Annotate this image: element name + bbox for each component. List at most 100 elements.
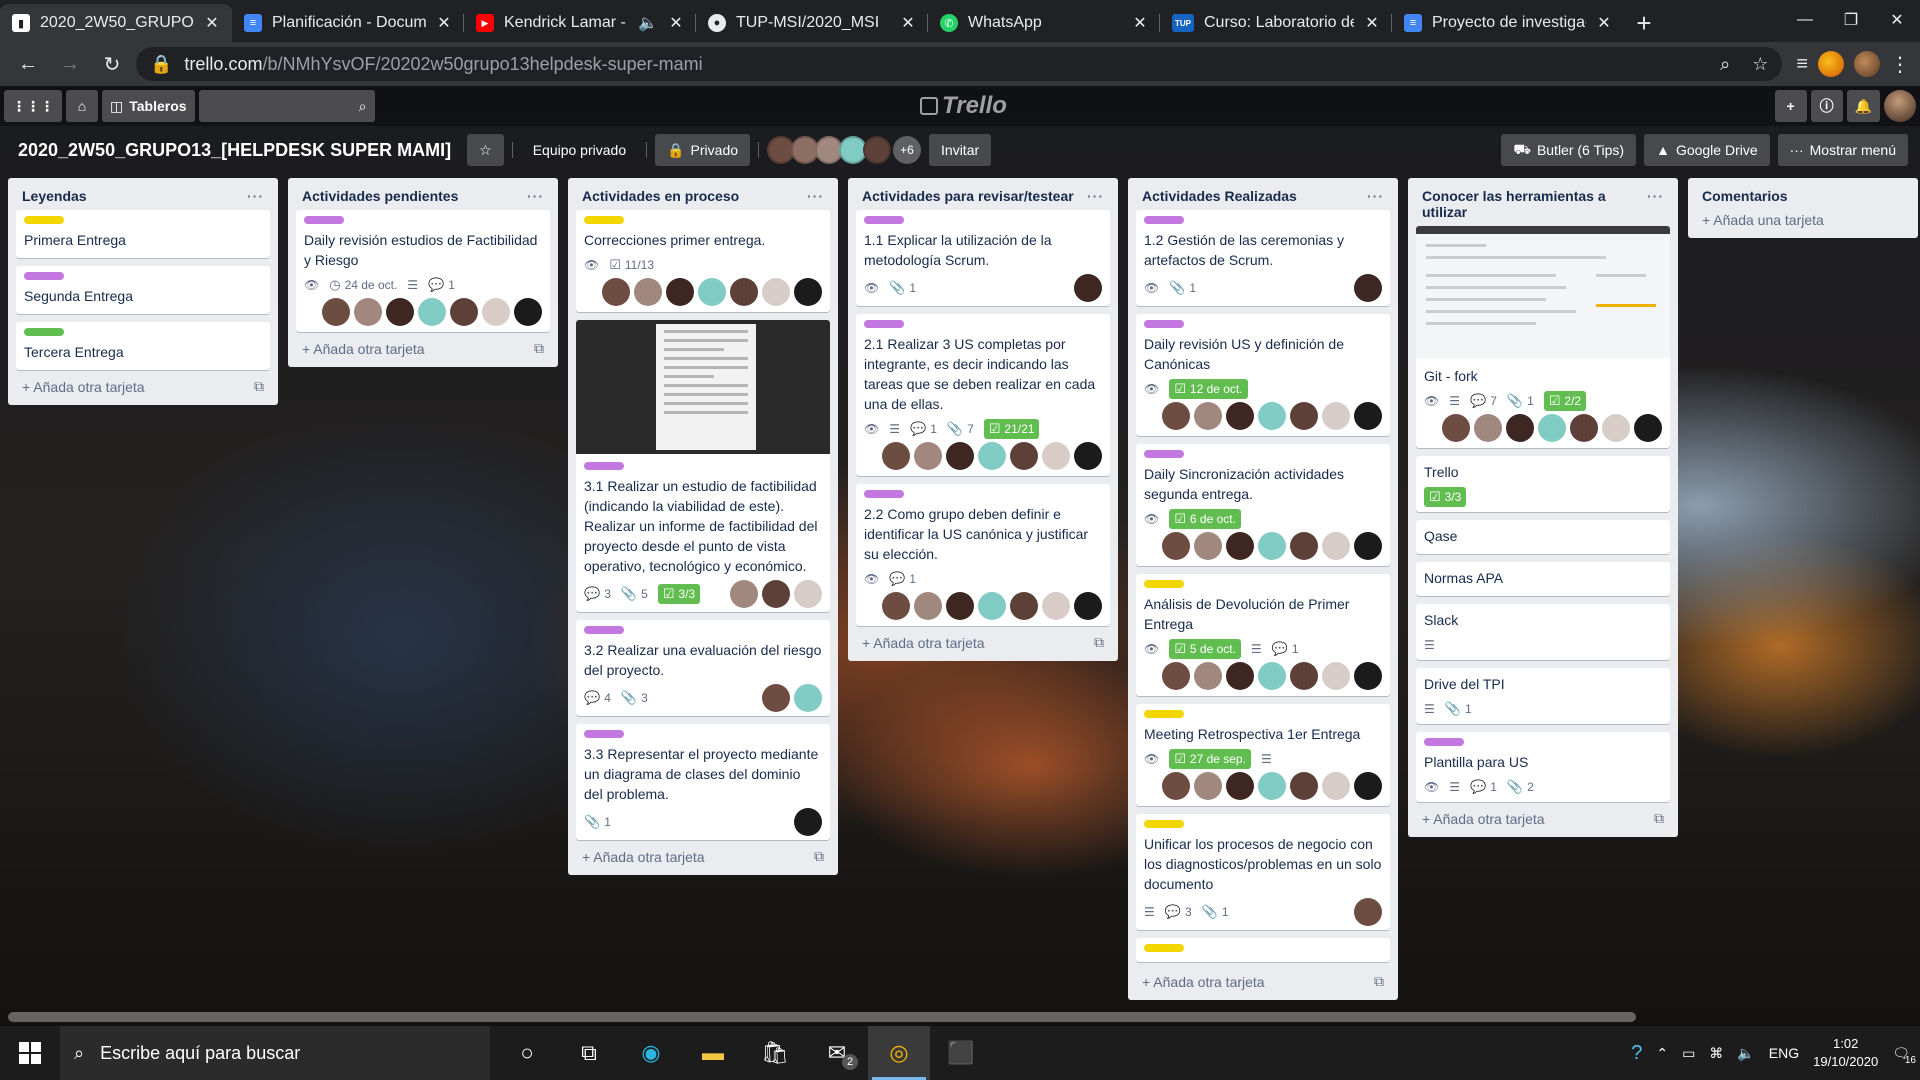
member-avatar[interactable]	[882, 592, 910, 620]
board-title[interactable]: 2020_2W50_GRUPO13_[HELPDESK SUPER MAMI]	[18, 140, 459, 161]
battery-icon[interactable]: ▭	[1682, 1045, 1695, 1062]
member-avatar[interactable]	[1074, 592, 1102, 620]
browser-tab-proyecto[interactable]: ≡ Proyecto de investigaci ✕	[1392, 4, 1624, 42]
board-search-input[interactable]: ⌕	[198, 90, 375, 122]
member-avatar[interactable]	[1258, 772, 1286, 800]
member-avatar[interactable]	[1474, 414, 1502, 442]
card[interactable]: 3.3 Representar el proyecto mediante un …	[576, 724, 830, 840]
extra-members-count[interactable]: +6	[893, 136, 922, 164]
member-avatar[interactable]	[634, 278, 662, 306]
card[interactable]: Tercera Entrega	[16, 322, 270, 370]
close-tab-icon[interactable]: ✕	[1364, 13, 1380, 33]
close-tab-icon[interactable]: ✕	[668, 13, 684, 33]
due-date-badge[interactable]: ◷ 24 de oct.	[329, 277, 397, 293]
card[interactable]: Análisis de Devolución de Primer Entrega…	[1136, 574, 1390, 696]
member-avatar[interactable]	[1194, 532, 1222, 560]
list-menu-icon[interactable]: ···	[1087, 188, 1104, 204]
label-yellow[interactable]	[1144, 820, 1184, 828]
member-avatar[interactable]	[322, 298, 350, 326]
card[interactable]: Plantilla para US 👁 ☰ 💬 1 📎 2	[1416, 732, 1670, 802]
team-button[interactable]: Equipo privado	[521, 134, 638, 166]
member-avatar[interactable]	[354, 298, 382, 326]
card[interactable]: Unificar los procesos de negocio con los…	[1136, 814, 1390, 930]
boards-button[interactable]: ◫ Tableros	[102, 90, 195, 122]
card[interactable]: 3.2 Realizar una evaluación del riesgo d…	[576, 620, 830, 716]
member-avatar[interactable]	[1258, 532, 1286, 560]
member-avatar[interactable]	[1322, 402, 1350, 430]
member-avatar[interactable]	[1162, 532, 1190, 560]
close-tab-icon[interactable]: ✕	[1596, 13, 1612, 33]
member-avatar[interactable]	[1634, 414, 1662, 442]
member-avatar[interactable]	[794, 684, 822, 712]
add-card-button[interactable]: + Añada otra tarjeta ⧉	[16, 370, 270, 399]
member-avatar[interactable]	[978, 442, 1006, 470]
zoom-icon[interactable]: ⌕	[1720, 54, 1730, 75]
back-arrow-icon[interactable]: ←	[10, 46, 46, 82]
card[interactable]: 1.2 Gestión de las ceremonias y artefact…	[1136, 210, 1390, 306]
card[interactable]: Git - fork 👁 ☰ 💬 7 📎 1 ☑ 2/2	[1416, 226, 1670, 448]
member-avatar[interactable]	[1322, 772, 1350, 800]
list-menu-icon[interactable]: ···	[1367, 188, 1384, 204]
template-icon[interactable]: ⧉	[1094, 634, 1104, 651]
browser-tab-trello[interactable]: ▮ 2020_2W50_GRUPO13_ ✕	[0, 4, 232, 42]
label-yellow[interactable]	[1144, 944, 1184, 952]
member-avatar[interactable]	[1194, 662, 1222, 690]
card[interactable]: Qase	[1416, 520, 1670, 554]
member-avatar[interactable]	[602, 278, 630, 306]
label-purple[interactable]	[1144, 216, 1184, 224]
card[interactable]	[1136, 938, 1390, 962]
minimize-icon[interactable]: —	[1782, 0, 1828, 40]
list-title[interactable]: Leyendas	[22, 188, 87, 204]
member-avatar[interactable]	[1226, 402, 1254, 430]
google-drive-button[interactable]: ▲ Google Drive	[1644, 134, 1770, 166]
network-icon[interactable]: ⌘	[1709, 1045, 1723, 1062]
member-avatar[interactable]	[1290, 662, 1318, 690]
cortana-icon[interactable]: ○	[496, 1026, 558, 1080]
member-avatar[interactable]	[482, 298, 510, 326]
card[interactable]: 2.2 Como grupo deben definir e identific…	[856, 484, 1110, 626]
add-card-button[interactable]: + Añada una tarjeta	[1696, 210, 1910, 232]
browser-tab-github[interactable]: ● TUP-MSI/2020_MSI ✕	[696, 4, 928, 42]
address-bar[interactable]: 🔒 trello.com/b/NMhYsvOF/20202w50grupo13h…	[136, 47, 1783, 81]
taskbar-search-input[interactable]: ⌕ Escribe aquí para buscar	[60, 1026, 490, 1080]
card[interactable]: 2.1 Realizar 3 US completas por integran…	[856, 314, 1110, 476]
list-title[interactable]: Conocer las herramientas a utilizar	[1422, 188, 1622, 220]
forward-arrow-icon[interactable]: →	[52, 46, 88, 82]
member-avatar[interactable]	[386, 298, 414, 326]
label-green[interactable]	[24, 328, 64, 336]
label-yellow[interactable]	[24, 216, 64, 224]
member-avatar[interactable]	[794, 808, 822, 836]
file-explorer-icon[interactable]: ▬	[682, 1026, 744, 1080]
store-icon[interactable]: 🛍	[744, 1026, 806, 1080]
list-menu-icon[interactable]: ···	[527, 188, 544, 204]
card[interactable]: Slack ☰	[1416, 604, 1670, 660]
member-avatar[interactable]	[666, 278, 694, 306]
template-icon[interactable]: ⧉	[1654, 810, 1664, 827]
member-avatar[interactable]	[1010, 442, 1038, 470]
list-cards-scroll[interactable]: 1.2 Gestión de las ceremonias y artefact…	[1136, 210, 1390, 965]
user-avatar[interactable]	[1884, 90, 1916, 122]
add-card-button[interactable]: + Añada otra tarjeta ⧉	[856, 626, 1110, 655]
close-tab-icon[interactable]: ✕	[1132, 13, 1148, 33]
member-avatar[interactable]	[1442, 414, 1470, 442]
action-center-icon[interactable]: 🗨 16	[1892, 1045, 1916, 1066]
member-avatar[interactable]	[514, 298, 542, 326]
member-avatar[interactable]	[1322, 662, 1350, 690]
card[interactable]: Drive del TPI ☰ 📎 1	[1416, 668, 1670, 724]
list-menu-icon[interactable]: ···	[247, 188, 264, 204]
maximize-icon[interactable]: ❐	[1828, 0, 1874, 40]
reload-icon[interactable]: ↻	[94, 46, 130, 82]
member-avatar[interactable]	[1354, 274, 1382, 302]
member-avatar[interactable]	[1290, 772, 1318, 800]
member-avatar[interactable]	[946, 442, 974, 470]
member-avatar[interactable]	[914, 592, 942, 620]
member-avatar[interactable]	[1290, 402, 1318, 430]
member-avatar[interactable]	[1258, 402, 1286, 430]
show-menu-button[interactable]: ··· Mostrar menú	[1777, 134, 1908, 166]
member-avatar[interactable]	[1602, 414, 1630, 442]
apps-grid-icon[interactable]: ⋮⋮⋮	[4, 90, 62, 122]
label-purple[interactable]	[584, 626, 624, 634]
add-card-button[interactable]: + Añada otra tarjeta ⧉	[1416, 802, 1670, 831]
due-date-badge[interactable]: ☑ 27 de sep.	[1169, 749, 1251, 769]
member-avatar[interactable]	[794, 278, 822, 306]
